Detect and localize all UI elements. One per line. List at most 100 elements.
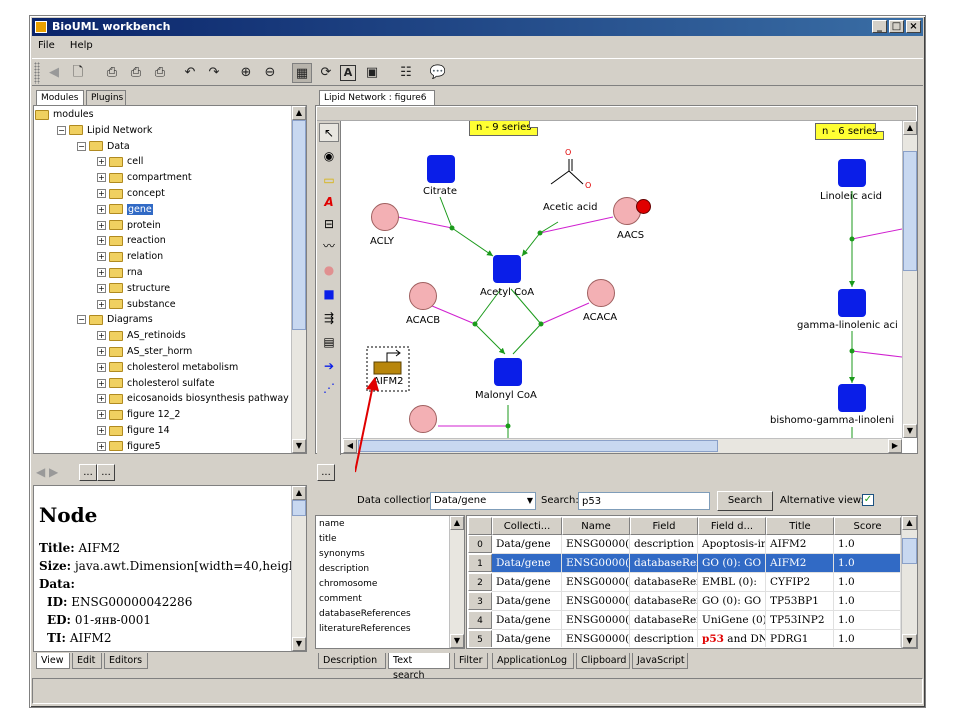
substance-bishomo-gamma-linolenic[interactable] xyxy=(838,384,866,412)
tree-item[interactable]: + concept xyxy=(97,186,165,201)
undo-icon[interactable]: ↶ xyxy=(180,63,200,83)
table-cell[interactable]: ENSG0000( xyxy=(562,611,630,630)
concept-tool-icon[interactable]: ▤ xyxy=(319,333,339,352)
table-cell[interactable]: Data/gene xyxy=(492,573,562,592)
field-scroll-down-icon[interactable]: ▼ xyxy=(450,634,464,648)
expand-icon[interactable]: + xyxy=(97,204,106,214)
substance-linoleic-acid[interactable] xyxy=(838,159,866,187)
table-cell[interactable]: UniGene (0) xyxy=(698,611,766,630)
tab-application-log[interactable]: ApplicationLog xyxy=(492,653,574,669)
canvas-vscroll[interactable]: ▲ ▼ xyxy=(902,121,917,438)
table-cell[interactable]: Apoptosis-ir xyxy=(698,535,766,554)
tree-item[interactable]: + reaction xyxy=(97,233,166,248)
table-cell[interactable]: ENSG0000( xyxy=(562,573,630,592)
tree-item[interactable]: + figure5 xyxy=(97,439,161,452)
nav-more-button-1[interactable]: ... xyxy=(79,464,97,481)
table-cell[interactable]: 1.0 xyxy=(834,592,901,611)
collapse-icon[interactable]: − xyxy=(77,141,86,151)
field-list-item[interactable]: literatureReferences xyxy=(317,622,448,637)
expand-icon[interactable]: + xyxy=(97,347,106,356)
collapse-icon[interactable]: − xyxy=(77,315,86,325)
tree-item[interactable]: − Data xyxy=(77,139,130,154)
expand-icon[interactable]: + xyxy=(97,189,106,198)
expand-icon[interactable]: + xyxy=(97,220,106,230)
expand-icon[interactable]: + xyxy=(97,362,106,372)
table-cell[interactable]: ENSG0000( xyxy=(562,535,630,554)
tab-description[interactable]: Description xyxy=(318,653,386,669)
table-cell[interactable]: AIFM2 xyxy=(766,535,834,554)
substance-citrate[interactable] xyxy=(427,155,455,183)
tree-item[interactable]: + AS_retinoids xyxy=(97,328,186,343)
note-n9-series[interactable]: n - 9 series xyxy=(469,121,539,136)
table-cell[interactable]: Data/gene xyxy=(492,630,562,647)
column-header[interactable]: Name xyxy=(562,517,630,535)
tree-item[interactable]: + relation xyxy=(97,249,163,264)
toolbar-grip[interactable] xyxy=(34,62,40,84)
table-cell[interactable]: databaseRef xyxy=(630,611,698,630)
substance-gamma-linolenic[interactable] xyxy=(838,289,866,317)
field-list-item[interactable]: title xyxy=(317,532,448,547)
table-cell[interactable]: databaseRef xyxy=(630,573,698,592)
text-label-tool-icon[interactable]: A xyxy=(319,193,339,212)
canvas-scroll-down-icon[interactable]: ▼ xyxy=(903,424,917,438)
field-list-item[interactable]: chromosome xyxy=(317,577,448,592)
field-list-item[interactable]: name xyxy=(317,517,448,532)
field-scroll-up-icon[interactable]: ▲ xyxy=(450,516,464,530)
table-cell[interactable]: 1.0 xyxy=(834,535,901,554)
table-cell[interactable]: 1.0 xyxy=(834,611,901,630)
tree-item[interactable]: + structure xyxy=(97,281,170,296)
tab-text-search[interactable]: Text search xyxy=(388,653,450,681)
column-header[interactable]: Collecti... xyxy=(492,517,562,535)
tree-scrollbar[interactable]: ▲ ▼ xyxy=(291,106,306,453)
tree-item[interactable]: + AS_ster_horm xyxy=(97,344,192,359)
print-icon[interactable]: ⎙ xyxy=(102,63,122,83)
expand-icon[interactable]: + xyxy=(97,236,106,246)
tree-item[interactable]: + compartment xyxy=(97,170,192,185)
field-list-item[interactable]: synonyms xyxy=(317,547,448,562)
protein-acaca[interactable] xyxy=(587,279,615,307)
tree-item[interactable]: + figure 12_2 xyxy=(97,407,180,422)
expand-icon[interactable]: + xyxy=(97,394,106,404)
node-info-scrollbar[interactable]: ▲ ▼ xyxy=(291,486,306,651)
tab-plugins[interactable]: Plugins xyxy=(86,90,126,106)
column-header[interactable]: Title xyxy=(766,517,834,535)
nav-more-button-2[interactable]: ... xyxy=(97,464,115,481)
collapse-icon[interactable]: − xyxy=(57,125,66,135)
refresh-icon[interactable]: ⟳ xyxy=(316,63,336,83)
tab-filter[interactable]: Filter xyxy=(454,653,488,669)
expand-icon[interactable]: + xyxy=(97,299,106,309)
field-list-scrollbar[interactable]: ▲ ▼ xyxy=(449,516,464,648)
table-cell[interactable]: Data/gene xyxy=(492,592,562,611)
relation-tool-icon[interactable]: ➔ xyxy=(319,357,339,376)
tree-item[interactable]: − Diagrams xyxy=(77,312,153,327)
search-input[interactable] xyxy=(578,492,710,510)
tree-item[interactable]: + rna xyxy=(97,265,143,280)
note-n6-series[interactable]: n - 6 series xyxy=(815,123,885,140)
history-nav-icons[interactable]: ◀ ▶ xyxy=(36,464,68,481)
canvas-vthumb[interactable] xyxy=(903,151,917,271)
table-scroll-thumb[interactable] xyxy=(902,538,917,564)
dashed-link-tool-icon[interactable]: ⋰ xyxy=(319,379,339,398)
field-list[interactable]: name title synonyms description chromosome co… xyxy=(317,517,448,647)
menu-file[interactable]: File xyxy=(32,40,61,51)
tree-item[interactable]: + protein xyxy=(97,218,161,233)
canvas-scroll-right-icon[interactable]: ▶ xyxy=(888,439,902,453)
back-icon[interactable]: ◀ xyxy=(44,63,64,83)
table-scroll-up-icon[interactable]: ▲ xyxy=(902,516,917,530)
diagram-canvas[interactable]: n - 9 series n - 6 series Citrate O O Ac… xyxy=(343,121,902,438)
table-cell[interactable]: GO (0): GO xyxy=(698,592,766,611)
table-cell[interactable]: description xyxy=(630,535,698,554)
tree-item[interactable]: + gene xyxy=(97,202,153,217)
table-cell[interactable]: TP53BP1 xyxy=(766,592,834,611)
print-setup-icon[interactable]: ⎙ xyxy=(150,63,170,83)
table-cell[interactable]: TP53INP2 xyxy=(766,611,834,630)
table-scroll-down-icon[interactable]: ▼ xyxy=(902,634,917,648)
tab-edit[interactable]: Edit xyxy=(72,653,102,669)
tree-item[interactable]: + cell xyxy=(97,154,143,169)
expand-icon[interactable]: + xyxy=(97,268,106,277)
tree-item[interactable]: + substance xyxy=(97,297,176,312)
reaction-tool-icon[interactable]: ⇶ xyxy=(319,309,339,328)
chevron-down-icon[interactable]: ▼ xyxy=(527,493,533,509)
help-balloon-icon[interactable]: 💬 xyxy=(428,63,448,83)
tree-item[interactable]: + cholesterol sulfate xyxy=(97,376,215,391)
